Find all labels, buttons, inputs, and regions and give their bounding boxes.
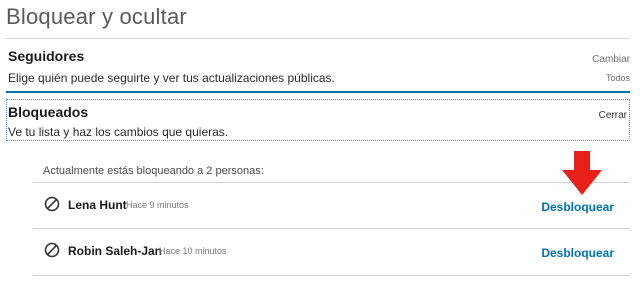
- person-name: Lena Hunt: [68, 198, 127, 212]
- blocked-description: Ve tu lista y haz los cambios que quiera…: [8, 125, 229, 139]
- unblock-button[interactable]: Desbloquear: [541, 200, 614, 214]
- followers-current-value: Todos: [605, 73, 630, 83]
- followers-section: Seguidores Elige quién puede seguirte y …: [6, 39, 630, 93]
- person-name: Robin Saleh-Jan: [68, 244, 163, 258]
- change-followers-link[interactable]: Cambiar: [592, 54, 630, 65]
- blocked-section[interactable]: Bloqueados Ve tu lista y haz los cambios…: [6, 99, 630, 141]
- blocked-count-text: Actualmente estás bloqueando a 2 persona…: [43, 165, 264, 177]
- blocked-heading: Bloqueados: [8, 104, 89, 120]
- followers-heading: Seguidores: [8, 48, 85, 64]
- unblock-button[interactable]: Desbloquear: [541, 246, 614, 260]
- red-arrow-annotation: [562, 151, 602, 195]
- blocked-time: Hace 9 minutos: [126, 200, 189, 210]
- blocked-person-row: Robin Saleh-Jan Hace 10 minutos Desbloqu…: [33, 229, 630, 273]
- block-icon: [44, 242, 60, 258]
- followers-description: Elige quién puede seguirte y ver tus act…: [8, 71, 335, 85]
- list-divider: [33, 275, 630, 276]
- blocked-time: Hace 10 minutos: [159, 246, 227, 256]
- block-icon: [44, 196, 60, 212]
- blocked-person-row: Lena Hunt Hace 9 minutos Desbloquear: [33, 183, 630, 227]
- page-title: Bloquear y ocultar: [6, 4, 187, 29]
- close-blocked-link[interactable]: Cerrar: [599, 110, 627, 121]
